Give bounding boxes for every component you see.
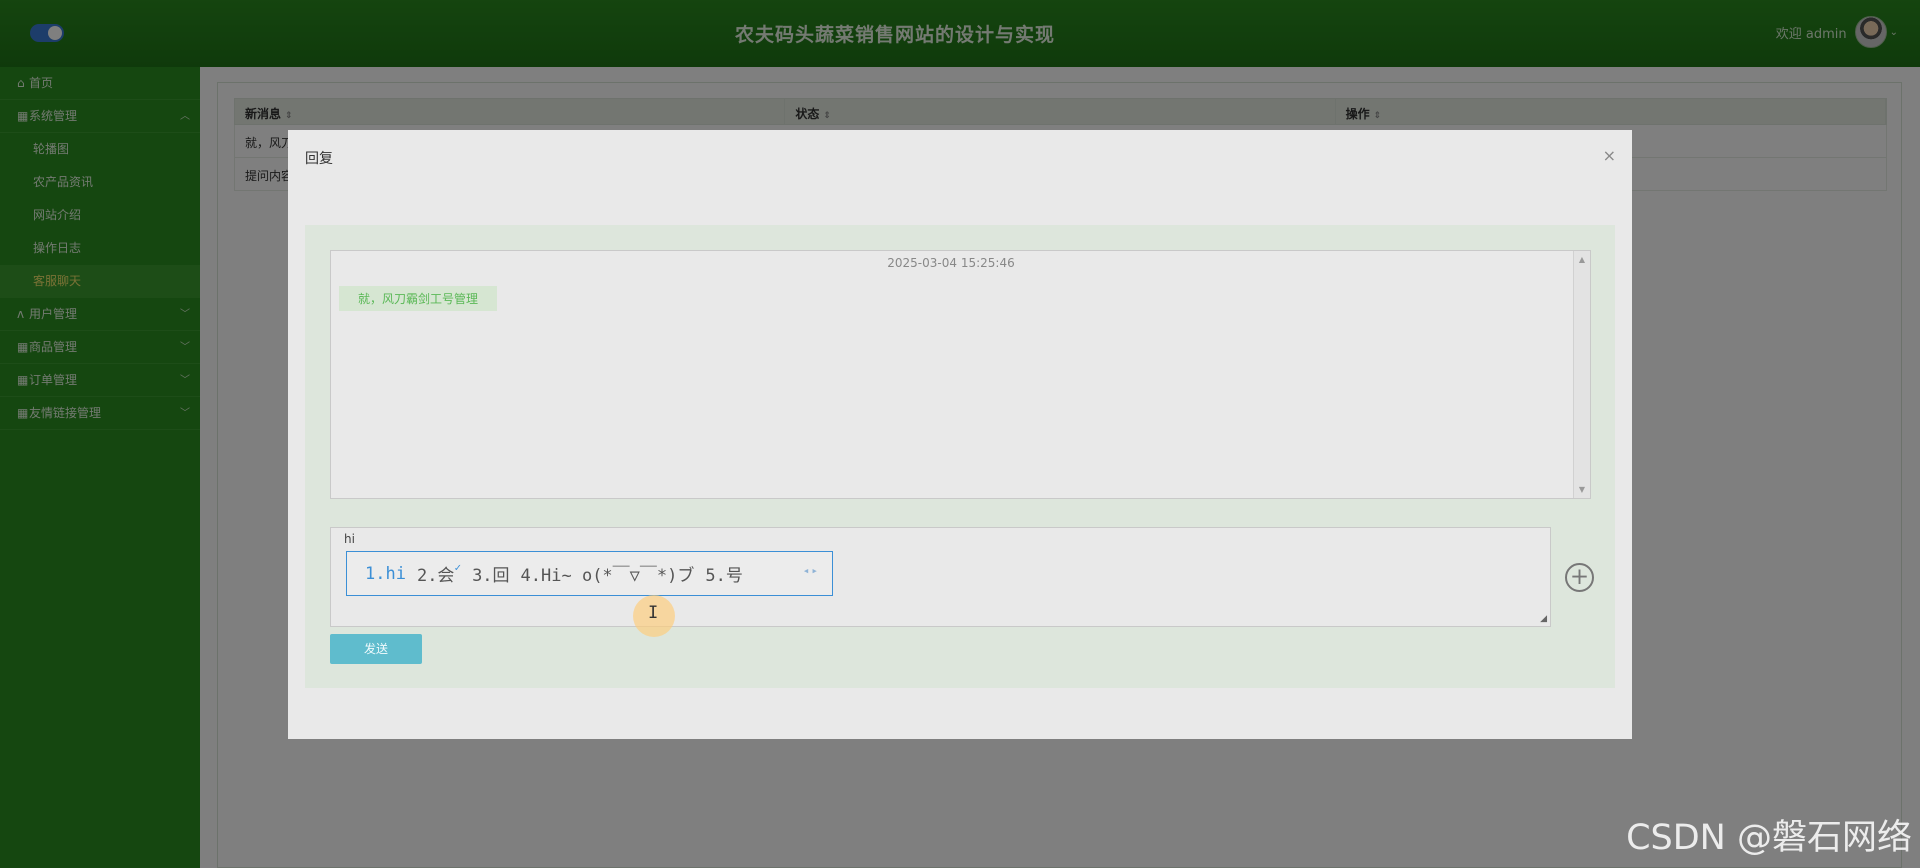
ime-candidate[interactable]: 5.号 — [705, 561, 742, 586]
close-icon[interactable]: × — [1603, 146, 1616, 165]
ime-page-arrows-icon[interactable]: ◂▸ — [803, 564, 820, 577]
chat-log: 2025-03-04 15:25:46 就，风刀霸剑工号管理 ▲ ▼ — [330, 250, 1591, 499]
scroll-up-icon[interactable]: ▲ — [1574, 255, 1590, 264]
typed-text: hi — [344, 532, 355, 546]
ime-candidate[interactable]: 4.Hi~ o(*￣▽￣*)ブ — [521, 561, 695, 586]
ime-candidate[interactable]: 3.回 — [472, 561, 509, 586]
ime-candidate[interactable]: 1.hi — [365, 564, 406, 584]
resize-handle-icon[interactable]: ◢ — [1540, 614, 1547, 624]
ime-candidate[interactable]: 2.会✓ — [417, 561, 461, 586]
scroll-down-icon[interactable]: ▼ — [1574, 485, 1590, 494]
check-icon: ✓ — [454, 561, 462, 574]
chat-message: 就，风刀霸剑工号管理 — [339, 286, 498, 311]
reply-textarea[interactable]: hi 1.hi 2.会✓ 3.回 4.Hi~ o(*￣▽￣*)ブ 5.号 ◂▸ … — [330, 527, 1551, 627]
send-button[interactable]: 发送 — [330, 634, 422, 664]
reply-dialog: 回复 × 2025-03-04 15:25:46 就，风刀霸剑工号管理 ▲ ▼ … — [288, 130, 1632, 739]
ime-candidate-text: 2.会 — [416, 566, 455, 586]
chat-scrollbar[interactable]: ▲ ▼ — [1573, 251, 1590, 498]
ime-candidate-bar: 1.hi 2.会✓ 3.回 4.Hi~ o(*￣▽￣*)ブ 5.号 ◂▸ — [346, 551, 833, 596]
dialog-title: 回复 — [305, 151, 333, 167]
chat-area: 2025-03-04 15:25:46 就，风刀霸剑工号管理 ▲ ▼ hi 1.… — [305, 225, 1615, 688]
message-timestamp: 2025-03-04 15:25:46 — [887, 256, 1015, 270]
text-cursor-icon: I — [648, 603, 659, 623]
add-attachment-button[interactable]: + — [1565, 563, 1594, 592]
watermark: CSDN @磐石网络 — [1626, 818, 1912, 858]
